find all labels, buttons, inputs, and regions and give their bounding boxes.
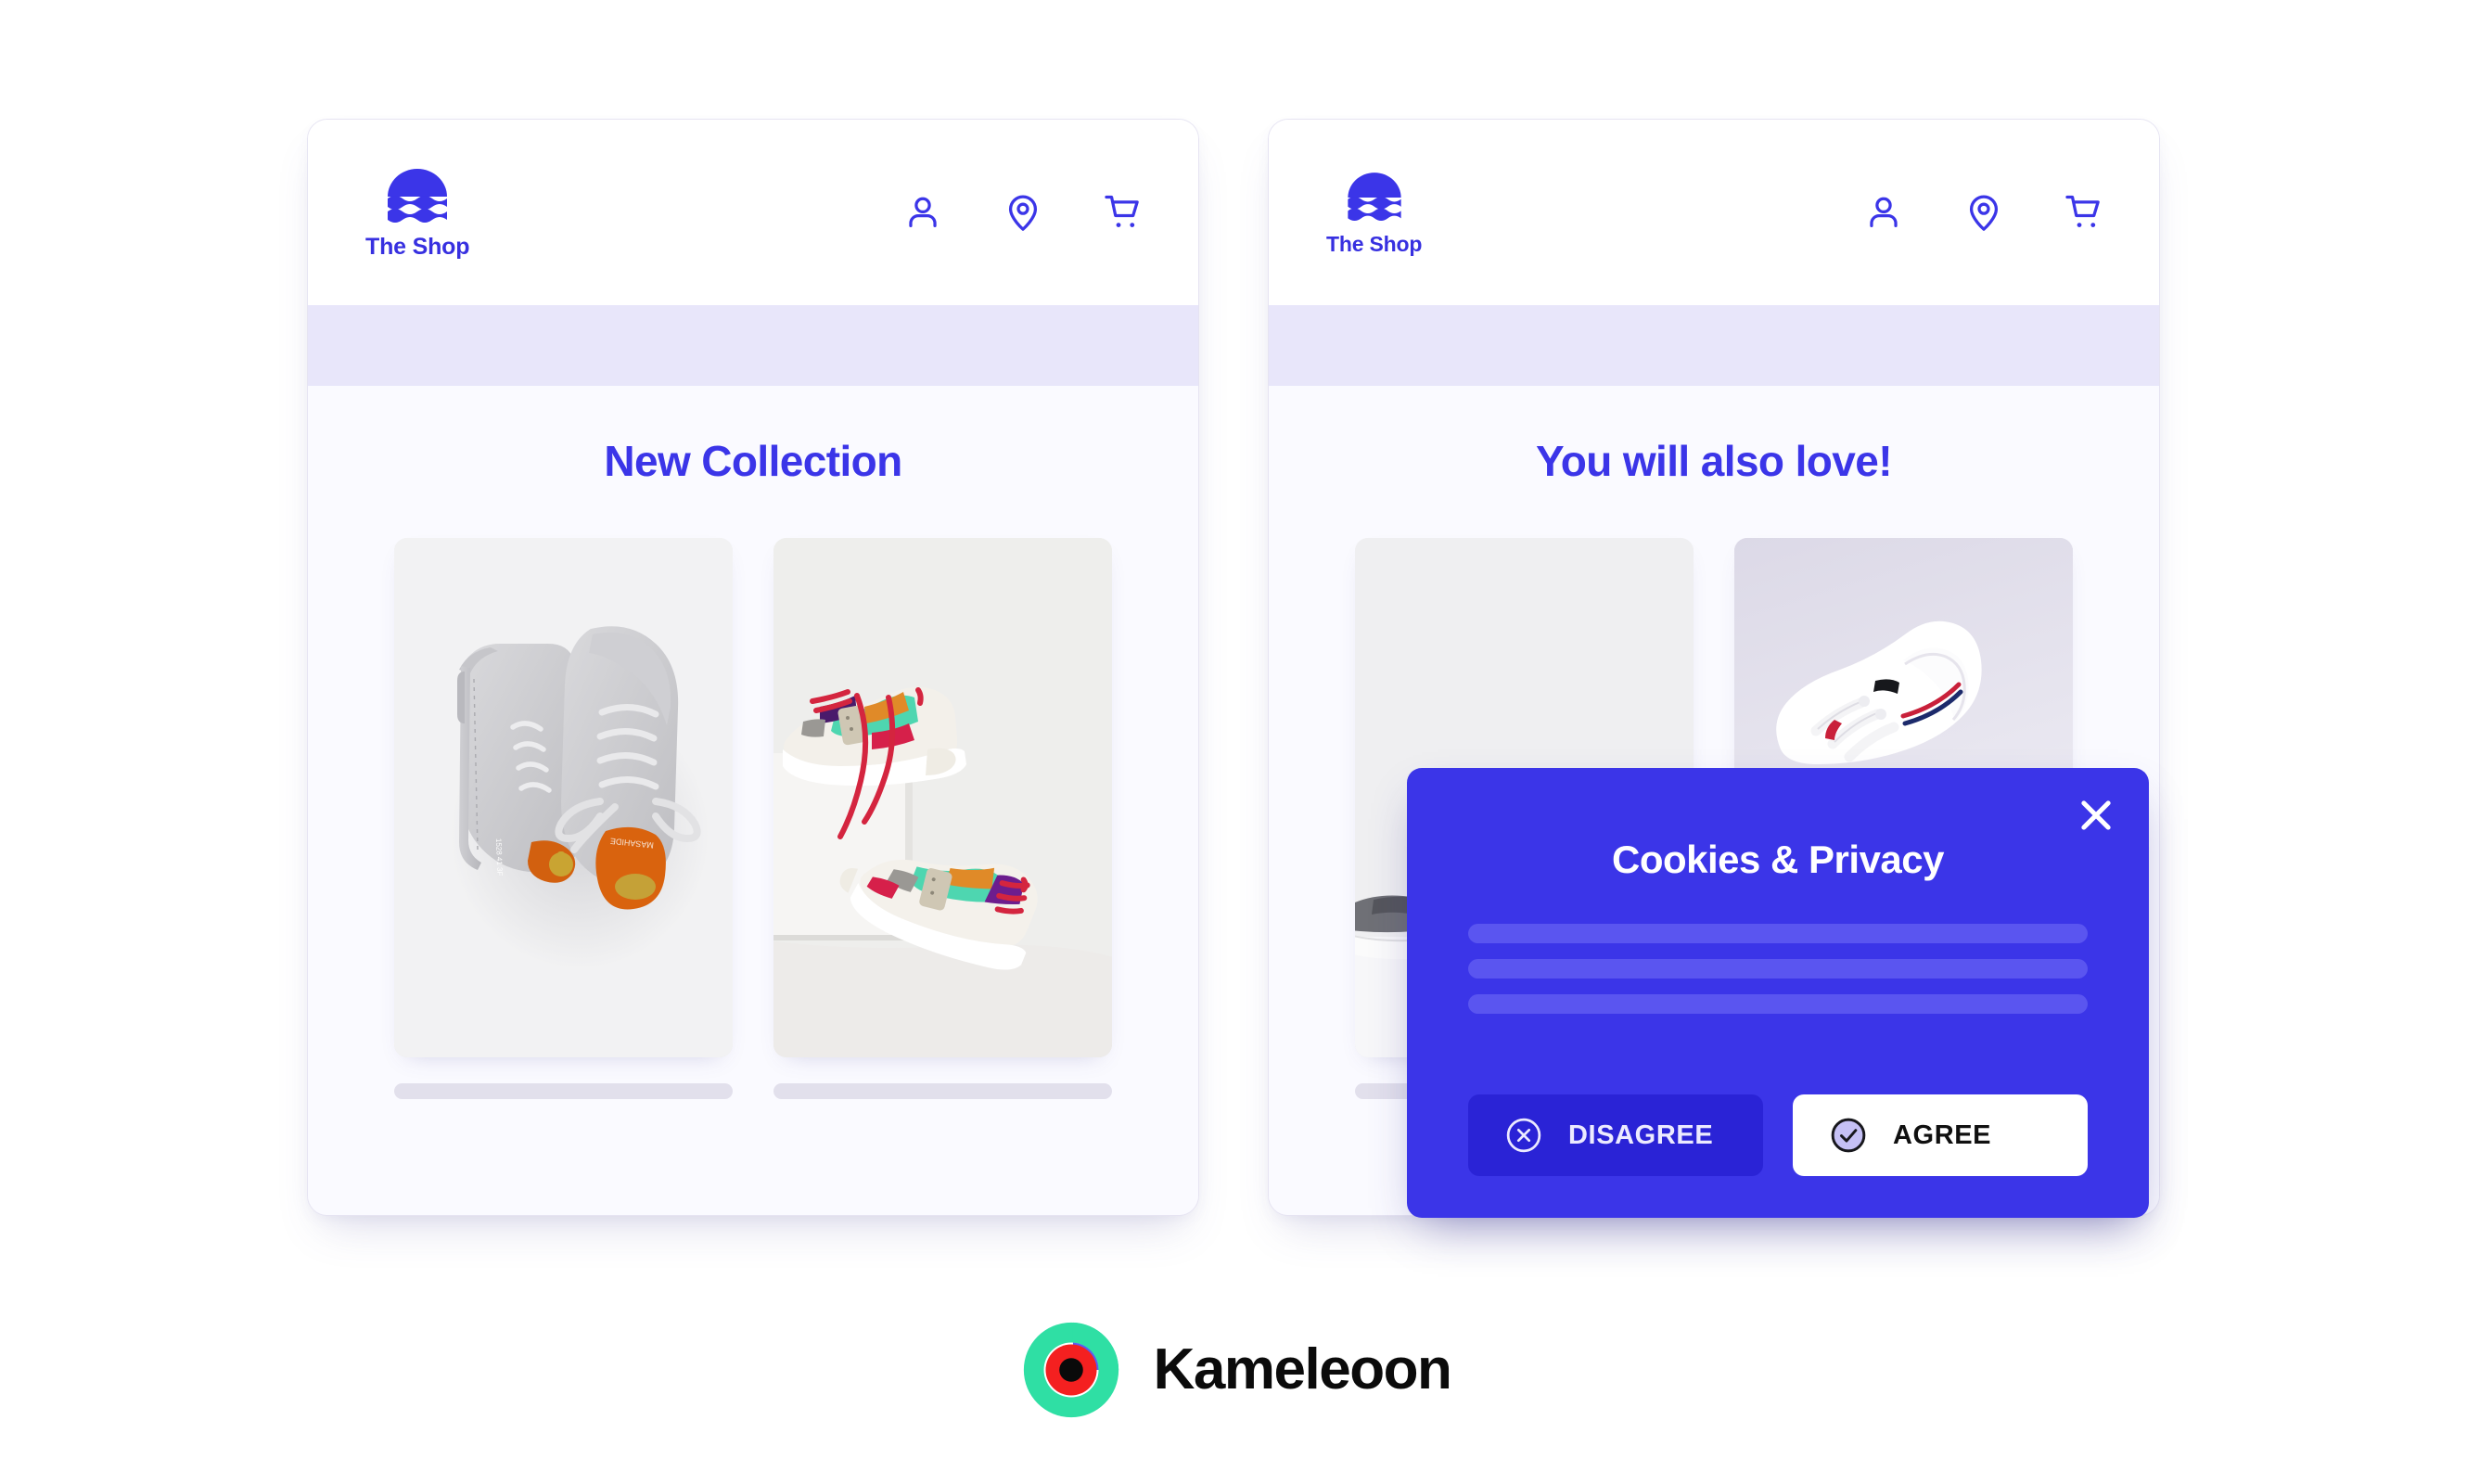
sunset-waves-icon	[1347, 172, 1401, 221]
kameleoon-brand: Kameleoon	[0, 1315, 2467, 1425]
header-nav-icons-left	[901, 191, 1144, 234]
site-logo-left[interactable]: The Shop	[365, 167, 469, 259]
product-item[interactable]: 1528 41 3F MASAHIDE	[394, 538, 733, 1099]
placeholder-line	[1468, 924, 2088, 943]
shop-panel-left: The Shop New Collection 1528 41 3F MASAH…	[307, 119, 1199, 1216]
site-header-right: The Shop	[1269, 120, 2159, 305]
section-title-left: New Collection	[604, 437, 902, 485]
header-nav-icons-right	[1862, 191, 2105, 234]
location-pin-icon[interactable]	[1002, 191, 1044, 234]
sunset-waves-icon	[388, 168, 448, 223]
product-caption-placeholder	[773, 1083, 1112, 1099]
agree-button-label: AGREE	[1893, 1119, 1992, 1150]
site-logo-text: The Shop	[365, 233, 470, 260]
kameleoon-brand-name: Kameleoon	[1153, 1337, 1452, 1401]
page-body-left: New Collection 1528 41 3F MASAHIDE	[308, 386, 1198, 1215]
user-icon[interactable]	[1862, 191, 1905, 234]
cookie-modal-actions: DISAGREE AGREE	[1468, 1094, 2088, 1176]
site-header-left: The Shop	[308, 120, 1198, 305]
agree-button[interactable]: AGREE	[1793, 1094, 2088, 1176]
screenshot-stage: The Shop New Collection 1528 41 3F MASAH…	[0, 0, 2467, 1484]
placeholder-line	[1468, 959, 2088, 979]
promo-band-right	[1269, 305, 2159, 386]
colorblock-sneakers-photo	[773, 538, 1112, 1057]
disagree-button-label: DISAGREE	[1568, 1119, 1714, 1150]
circle-check-icon	[1828, 1115, 1869, 1156]
disagree-button[interactable]: DISAGREE	[1468, 1094, 1763, 1176]
svg-text:1528 41 3F: 1528 41 3F	[494, 838, 504, 876]
placeholder-line	[1468, 994, 2088, 1014]
grey-sneakers-photo: 1528 41 3F MASAHIDE	[394, 538, 733, 1057]
shopping-cart-icon[interactable]	[2063, 191, 2105, 234]
circle-x-icon	[1503, 1115, 1544, 1156]
product-image-grey-leather-sneakers[interactable]: 1528 41 3F MASAHIDE	[394, 538, 733, 1057]
cookie-modal-title: Cookies & Privacy	[1611, 838, 1945, 881]
site-logo-right[interactable]: The Shop	[1326, 171, 1422, 255]
product-caption-placeholder	[394, 1083, 733, 1099]
cookie-consent-modal: Cookies & Privacy DISAGREE AGREE	[1407, 768, 2149, 1218]
kameleoon-logo-icon	[1023, 1322, 1118, 1418]
user-icon[interactable]	[901, 191, 944, 234]
product-image-colorblock-sneakers[interactable]	[773, 538, 1112, 1057]
cookie-modal-body-placeholder	[1468, 924, 2088, 1014]
shopping-cart-icon[interactable]	[1102, 191, 1144, 234]
promo-band-left	[308, 305, 1198, 386]
product-item[interactable]	[773, 538, 1112, 1099]
close-x-icon[interactable]	[2077, 796, 2115, 835]
product-grid-left: 1528 41 3F MASAHIDE	[308, 538, 1198, 1099]
section-title-right: You will also love!	[1536, 437, 1893, 485]
location-pin-icon[interactable]	[1962, 191, 2005, 234]
site-logo-text: The Shop	[1326, 231, 1423, 256]
